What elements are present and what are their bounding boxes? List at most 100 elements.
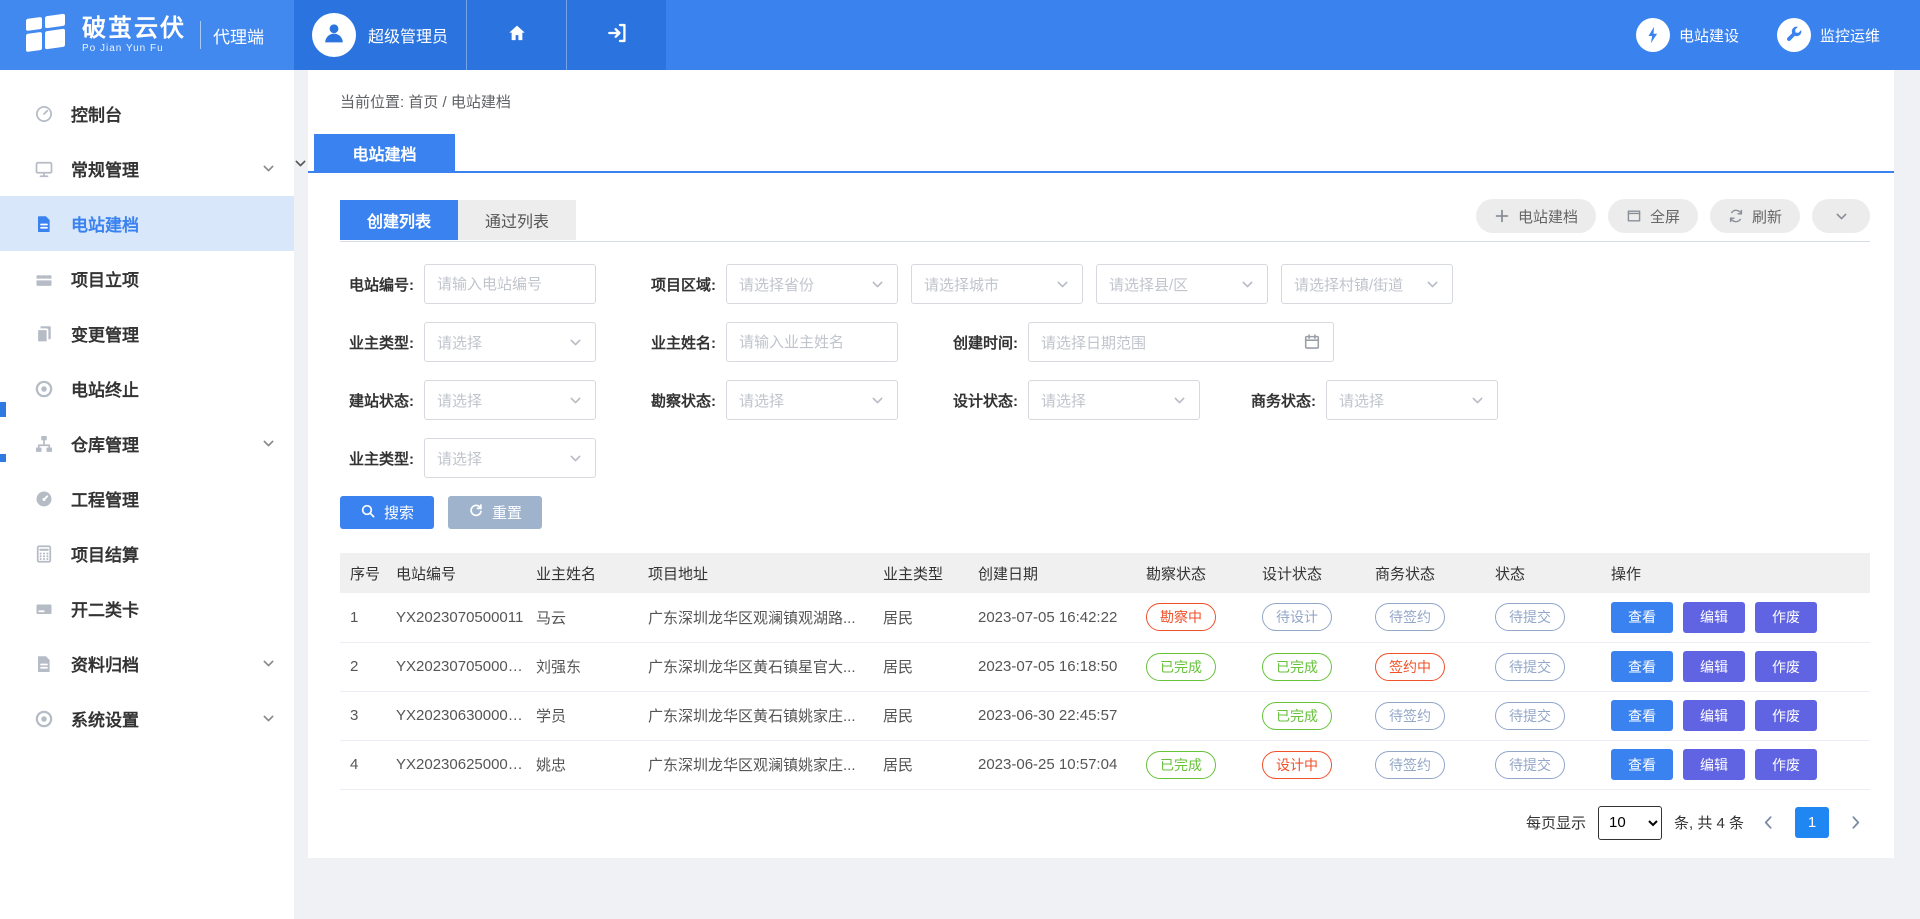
chevron-down-icon — [568, 393, 583, 408]
filter-date-range[interactable]: 请选择日期范围 — [1028, 322, 1334, 362]
header-nav-construction[interactable]: 电站建设 — [1636, 18, 1739, 52]
filter-input-field[interactable] — [437, 276, 583, 293]
filter-select-region-1[interactable]: 请选择城市 — [911, 264, 1083, 304]
prev-page-button[interactable] — [1756, 814, 1781, 831]
actions-cell: 查看编辑作废 — [1605, 593, 1870, 642]
sidebar-item-4[interactable]: 变更管理 — [0, 306, 294, 361]
view-button[interactable]: 查看 — [1611, 749, 1673, 780]
tab-passed-list[interactable]: 通过列表 — [458, 200, 576, 240]
header-nav-monitoring[interactable]: 监控运维 — [1777, 18, 1880, 52]
business-status-cell: 待签约 — [1369, 691, 1489, 740]
view-button[interactable]: 查看 — [1611, 651, 1673, 682]
filter-select[interactable]: 请选择 — [1028, 380, 1200, 420]
void-button[interactable]: 作废 — [1755, 749, 1817, 780]
sidebar-item-0[interactable]: 控制台 — [0, 86, 294, 141]
void-button[interactable]: 作废 — [1755, 700, 1817, 731]
filter-select-region-0[interactable]: 请选择省份 — [726, 264, 898, 304]
list-tabs: 创建列表通过列表 — [340, 200, 576, 240]
owner-type: 居民 — [877, 593, 972, 642]
tab-create-list[interactable]: 创建列表 — [340, 200, 458, 240]
sidebar-item-11[interactable]: 系统设置 — [0, 691, 294, 746]
logout-button[interactable] — [566, 0, 666, 70]
filter-label: 业主姓名: — [596, 332, 726, 353]
table-header-6: 勘察状态 — [1140, 553, 1256, 593]
sidebar-item-7[interactable]: 工程管理 — [0, 471, 294, 526]
sidebar: 控制台常规管理电站建档项目立项变更管理电站终止仓库管理工程管理项目结算开二类卡资… — [0, 70, 294, 919]
per-page-select[interactable]: 10 — [1598, 806, 1662, 840]
collapse-button[interactable] — [1812, 199, 1870, 233]
edit-button[interactable]: 编辑 — [1683, 700, 1745, 731]
filter-select-region-2[interactable]: 请选择县/区 — [1096, 264, 1268, 304]
content-area: 当前位置: 首页 / 电站建档 电站建档 创建列表通过列表 电站建档全屏刷新 电… — [294, 70, 1920, 919]
filter-select[interactable]: 请选择 — [424, 438, 596, 478]
edit-button[interactable]: 编辑 — [1683, 602, 1745, 633]
search-button[interactable]: 搜索 — [340, 496, 434, 529]
sidebar-item-label: 仓库管理 — [71, 431, 139, 456]
sidebar-item-1[interactable]: 常规管理 — [0, 141, 294, 196]
gauge-icon — [34, 489, 54, 509]
filter-select[interactable]: 请选择 — [424, 380, 596, 420]
filter-input-field[interactable] — [739, 334, 885, 351]
edit-button[interactable]: 编辑 — [1683, 749, 1745, 780]
header-spacer — [666, 0, 1636, 70]
reset-button[interactable]: 重置 — [448, 496, 542, 529]
home-button[interactable] — [466, 0, 566, 70]
refresh-button[interactable]: 刷新 — [1710, 199, 1800, 233]
user-profile[interactable]: 超级管理员 — [294, 0, 466, 70]
sidebar-item-5[interactable]: 电站终止 — [0, 361, 294, 416]
owner-type: 居民 — [877, 691, 972, 740]
business-status-cell: 签约中 — [1369, 642, 1489, 691]
filter-select[interactable]: 请选择 — [1326, 380, 1498, 420]
table-row: 3YX2023063000009学员广东深圳龙华区黄石镇姚家庄...居民2023… — [340, 691, 1870, 740]
filter-label: 设计状态: — [898, 390, 1028, 411]
brand-title: 破茧云伏 — [82, 16, 186, 42]
filter-label: 勘察状态: — [596, 390, 726, 411]
list-tabbar: 创建列表通过列表 电站建档全屏 刷新 — [340, 199, 1870, 242]
created-date: 2023-07-05 16:18:50 — [972, 642, 1140, 691]
user-name: 超级管理员 — [368, 23, 448, 47]
select-placeholder: 请选择省份 — [739, 274, 814, 295]
design-status-cell: 待设计 — [1256, 593, 1369, 642]
sidebar-item-2[interactable]: 电站建档 — [0, 196, 294, 251]
list-card: 创建列表通过列表 电站建档全屏刷新 电站编号:项目区域:请选择省份请选择城市请选… — [308, 173, 1894, 858]
breadcrumb-items[interactable]: 首页 / 电站建档 — [408, 94, 511, 111]
status-badge: 待签约 — [1375, 603, 1445, 631]
view-button[interactable]: 查看 — [1611, 700, 1673, 731]
search-button-label: 搜索 — [384, 502, 414, 523]
calendar-icon — [1303, 333, 1321, 351]
status-status-cell: 待提交 — [1489, 642, 1605, 691]
chevron-down-icon — [261, 656, 276, 671]
view-button[interactable]: 查看 — [1611, 602, 1673, 633]
chevron-down-icon — [1425, 277, 1440, 292]
page-number-button[interactable]: 1 — [1795, 807, 1829, 838]
sidebar-item-label: 系统设置 — [71, 706, 139, 731]
sidebar-item-9[interactable]: 开二类卡 — [0, 581, 294, 636]
filter-select[interactable]: 请选择 — [424, 322, 596, 362]
filter-select[interactable]: 请选择 — [726, 380, 898, 420]
owner-name: 刘强东 — [530, 642, 642, 691]
void-button[interactable]: 作废 — [1755, 602, 1817, 633]
filter-select-region-3[interactable]: 请选择村镇/街道 — [1281, 264, 1453, 304]
chevron-down-icon — [261, 161, 276, 176]
sidebar-item-6[interactable]: 仓库管理 — [0, 416, 294, 471]
status-status-cell: 待提交 — [1489, 740, 1605, 789]
add-station-button[interactable]: 电站建档 — [1476, 199, 1596, 233]
sidebar-item-10[interactable]: 资料归档 — [0, 636, 294, 691]
toolbar-button-label: 刷新 — [1752, 206, 1782, 227]
sidebar-item-8[interactable]: 项目结算 — [0, 526, 294, 581]
sidebar-item-3[interactable]: 项目立项 — [0, 251, 294, 306]
status-status-cell: 待提交 — [1489, 593, 1605, 642]
created-date: 2023-06-30 22:45:57 — [972, 691, 1140, 740]
status-badge: 勘察中 — [1146, 603, 1216, 631]
avatar[interactable] — [312, 13, 356, 57]
void-button[interactable]: 作废 — [1755, 651, 1817, 682]
fullscreen-button[interactable]: 全屏 — [1608, 199, 1698, 233]
page-tab-dianzhanjiandang[interactable]: 电站建档 — [314, 134, 455, 171]
row-index: 4 — [340, 740, 390, 789]
edit-button[interactable]: 编辑 — [1683, 651, 1745, 682]
chevron-down-icon — [1055, 277, 1070, 292]
sidebar-collapse-icon[interactable] — [293, 156, 308, 171]
next-page-button[interactable] — [1843, 814, 1868, 831]
table-header-5: 创建日期 — [972, 553, 1140, 593]
table-header-10: 操作 — [1605, 553, 1870, 593]
